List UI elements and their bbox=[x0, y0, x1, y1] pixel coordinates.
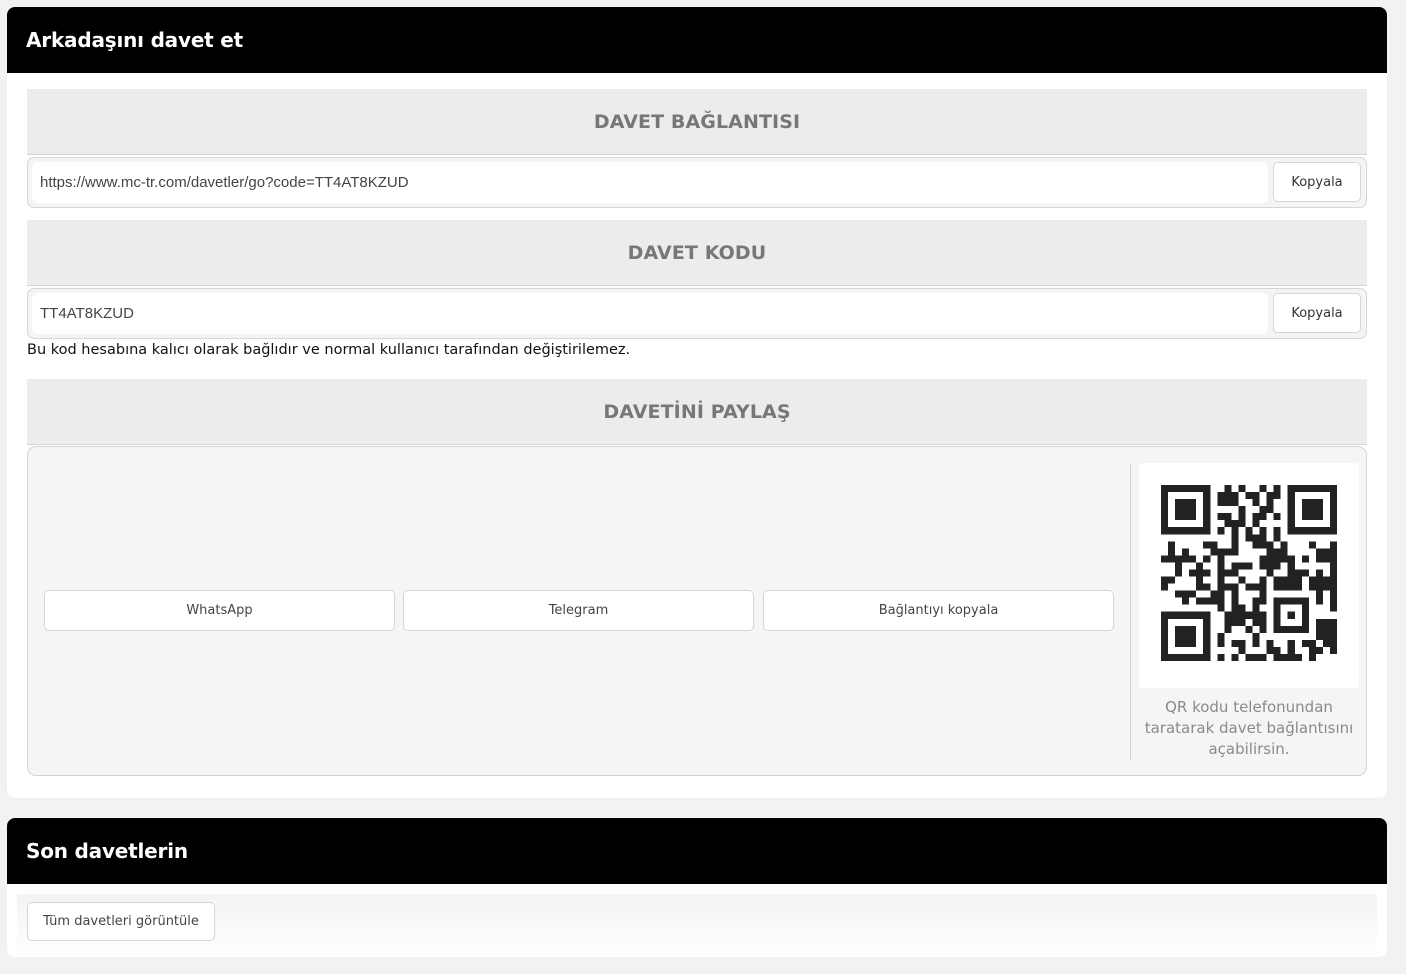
recent-invites-card: Son davetlerin Tüm davetleri görüntüle bbox=[7, 818, 1387, 957]
invite-code-input[interactable] bbox=[32, 293, 1268, 334]
share-whatsapp-button[interactable]: WhatsApp bbox=[44, 590, 395, 631]
share-copy-link-button[interactable]: Bağlantıyı kopyala bbox=[763, 590, 1114, 631]
qr-divider bbox=[1130, 463, 1131, 759]
recent-invites-title: Son davetlerin bbox=[26, 839, 188, 863]
copy-code-button[interactable]: Kopyala bbox=[1273, 293, 1361, 333]
invite-card: Arkadaşını davet et DAVET BAĞLANTISI Kop… bbox=[7, 7, 1387, 798]
share-telegram-button[interactable]: Telegram bbox=[403, 590, 754, 631]
invite-card-title: Arkadaşını davet et bbox=[26, 28, 244, 52]
share-box: WhatsApp Telegram Bağlantıyı kopyala QR … bbox=[27, 446, 1367, 776]
view-all-invites-button[interactable]: Tüm davetleri görüntüle bbox=[27, 902, 215, 941]
qr-code-card bbox=[1139, 463, 1359, 688]
share-section-title: DAVETİNİ PAYLAŞ bbox=[27, 379, 1367, 445]
invite-code-section-title: DAVET KODU bbox=[27, 220, 1367, 286]
recent-invites-header: Son davetlerin bbox=[7, 818, 1387, 884]
invite-code-row: Kopyala bbox=[27, 288, 1367, 339]
copy-link-button[interactable]: Kopyala bbox=[1273, 162, 1361, 202]
invite-link-section-title: DAVET BAĞLANTISI bbox=[27, 89, 1367, 155]
invite-link-row: Kopyala bbox=[27, 157, 1367, 208]
qr-code-icon bbox=[1161, 485, 1337, 661]
invite-code-note: Bu kod hesabına kalıcı olarak bağlıdır v… bbox=[27, 342, 631, 358]
recent-invites-body: Tüm davetleri görüntüle bbox=[17, 894, 1377, 957]
qr-caption: QR kodu telefonundan taratarak davet bağ… bbox=[1144, 698, 1354, 758]
invite-link-input[interactable] bbox=[32, 162, 1268, 203]
invite-card-header: Arkadaşını davet et bbox=[7, 7, 1387, 73]
